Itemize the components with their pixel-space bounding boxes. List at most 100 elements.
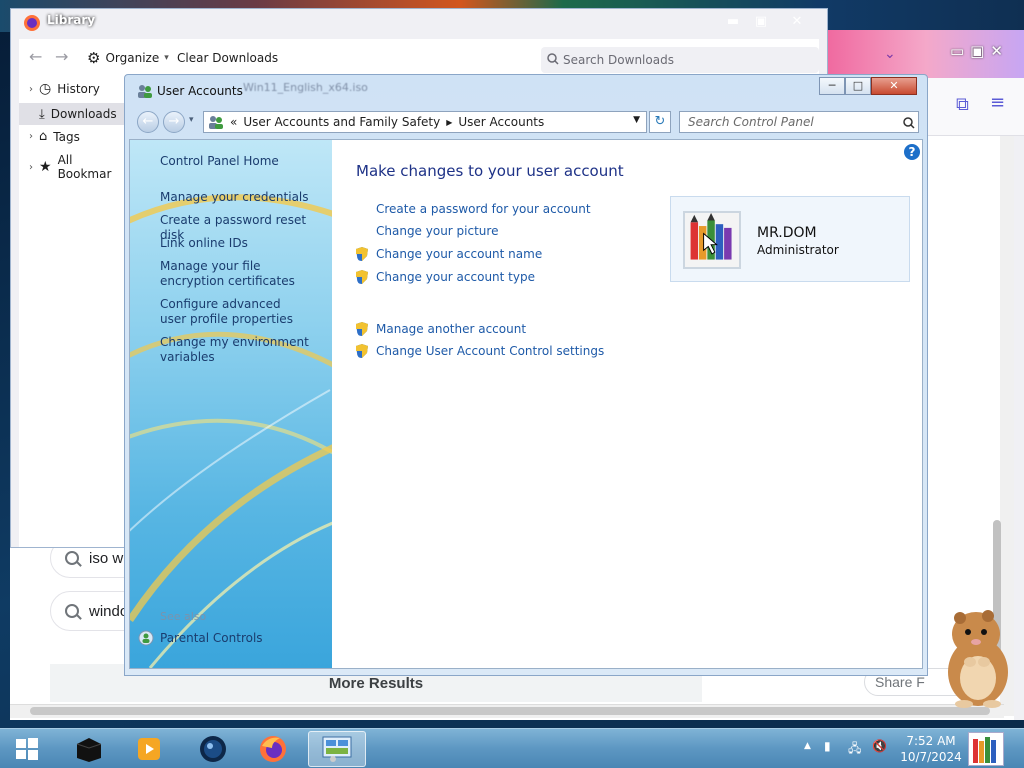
sidebar-item-label: All Bookmar — [57, 153, 112, 181]
search-control-panel-input[interactable]: Search Control Panel — [679, 111, 919, 133]
taskbar-app-media-player[interactable] — [122, 731, 176, 767]
firefox-icon — [260, 736, 286, 762]
breadcrumb-item[interactable]: User Accounts and Family Safety — [243, 115, 440, 129]
manage-another-account-link[interactable]: Manage another account — [354, 321, 526, 337]
extensions-icon[interactable]: ⧉ — [956, 94, 969, 115]
network-icon[interactable]: 🖧 — [848, 739, 861, 760]
clock-time: 7:52 AM — [906, 734, 956, 748]
address-breadcrumb[interactable]: « User Accounts and Family Safety ▶ User… — [203, 111, 647, 133]
refresh-button[interactable]: ↻ — [649, 111, 671, 133]
breadcrumb-overflow[interactable]: « — [230, 115, 237, 129]
control-panel-icon — [322, 736, 352, 762]
taskbar: ▲ ▮ 🖧 🔇 7:52 AM 10/7/2024 — [0, 728, 1024, 768]
show-desktop-thumbnail[interactable] — [968, 732, 1004, 766]
search-icon — [65, 551, 79, 565]
back-arrow-icon[interactable]: ← — [29, 47, 42, 66]
account-name: MR.DOM — [757, 225, 817, 241]
close-button[interactable]: ✕ — [781, 12, 813, 32]
file-encryption-certificates-link[interactable]: Manage your file encryption certificates — [160, 259, 320, 289]
control-panel-home-link[interactable]: Control Panel Home — [160, 154, 330, 169]
download-icon: ⤓ — [39, 106, 45, 122]
sidebar-item-all-bookmarks[interactable]: › ★ All Bookmar — [29, 153, 128, 181]
windows-logo-icon — [16, 738, 38, 760]
link-online-ids-link[interactable]: Link online IDs — [160, 236, 330, 251]
library-titlebar[interactable]: Library ▬ ▣ ✕ — [11, 9, 827, 35]
uac-shield-icon — [356, 270, 368, 284]
system-clock[interactable]: 7:52 AM 10/7/2024 — [894, 733, 968, 765]
task-label: Change your account type — [376, 270, 535, 284]
chevron-down-icon[interactable]: ▼ — [633, 115, 640, 125]
user-accounts-titlebar[interactable]: User Accounts Win11_English_x64.iso ─ □ … — [125, 75, 927, 105]
chevron-right-icon[interactable]: ▶ — [446, 118, 452, 127]
user-accounts-window: User Accounts Win11_English_x64.iso ─ □ … — [124, 74, 928, 676]
see-also-heading: See also — [160, 610, 207, 623]
minimize-button[interactable]: ─ — [819, 77, 845, 95]
horizontal-scrollbar-thumb[interactable] — [30, 707, 990, 715]
user-accounts-icon — [138, 85, 152, 98]
clear-downloads-button[interactable]: Clear Downloads — [177, 51, 278, 65]
breadcrumb-item[interactable]: User Accounts — [458, 115, 544, 129]
link-label: Parental Controls — [160, 631, 263, 645]
library-window-title: Library — [47, 13, 96, 27]
back-button[interactable]: ← — [137, 111, 159, 133]
volume-muted-icon[interactable]: 🔇 — [872, 739, 887, 753]
chevron-right-icon: › — [29, 83, 33, 95]
control-panel-content: Control Panel Home Manage your credentia… — [129, 139, 923, 669]
manage-credentials-link[interactable]: Manage your credentials — [160, 190, 330, 205]
account-picture[interactable] — [683, 211, 741, 269]
desktop-pet-hamster[interactable] — [938, 606, 1018, 708]
search-downloads-input[interactable]: Search Downloads — [541, 47, 819, 73]
suggestion-text: windo — [89, 602, 129, 620]
environment-variables-link[interactable]: Change my environment variables — [160, 335, 310, 365]
uac-shield-icon — [356, 344, 368, 358]
search-icon — [65, 604, 79, 618]
organize-label: Organize — [105, 51, 160, 65]
change-account-name-link[interactable]: Change your account name — [354, 246, 542, 262]
suggestion-text: iso wi — [89, 549, 127, 567]
start-button[interactable] — [0, 731, 54, 767]
gear-icon: ⚙ — [87, 49, 101, 67]
clock-icon: ◷ — [39, 81, 52, 97]
search-icon — [547, 53, 559, 65]
forward-button[interactable]: → — [163, 111, 185, 133]
maximize-button[interactable]: ▣ — [745, 12, 777, 32]
menu-icon[interactable]: ≡ — [990, 92, 1005, 113]
sidebar-item-label: Tags — [53, 129, 80, 144]
taskbar-app-globe[interactable] — [186, 731, 240, 767]
change-account-type-link[interactable]: Change your account type — [354, 269, 535, 285]
help-icon[interactable]: ? — [904, 144, 920, 160]
maximize-button[interactable]: □ — [845, 77, 871, 95]
sidebar-item-history[interactable]: › ◷ History — [29, 81, 100, 97]
sidebar-item-tags[interactable]: › ⌂ Tags — [29, 129, 80, 144]
task-label: Change your account name — [376, 247, 543, 261]
forward-arrow-icon[interactable]: → — [55, 47, 68, 66]
create-password-link[interactable]: Create a password for your account — [354, 202, 591, 216]
clock-date: 10/7/2024 — [900, 750, 962, 764]
taskbar-app-firefox[interactable] — [246, 731, 300, 767]
sidebar-item-downloads[interactable]: ⤓ Downloads — [19, 103, 129, 125]
taskbar-app-control-panel[interactable] — [308, 731, 366, 767]
show-hidden-icons-chevron[interactable]: ▲ — [804, 741, 811, 751]
search-icon[interactable] — [903, 117, 915, 129]
user-picture-icon — [973, 737, 996, 763]
user-accounts-icon — [209, 116, 223, 129]
uac-settings-link[interactable]: Change User Account Control settings — [354, 343, 604, 359]
organize-menu[interactable]: ⚙ Organize ▾ — [87, 49, 169, 67]
recent-pages-dropdown[interactable]: ▾ — [189, 115, 194, 125]
parental-controls-link[interactable]: Parental Controls — [138, 630, 263, 646]
uac-shield-icon — [356, 247, 368, 261]
window-title: User Accounts — [157, 84, 243, 98]
change-picture-link[interactable]: Change your picture — [354, 224, 498, 238]
taskbar-app-terminal[interactable] — [62, 731, 116, 767]
task-label: Manage another account — [376, 322, 527, 336]
close-button[interactable]: ✕ — [871, 77, 917, 95]
advanced-profile-properties-link[interactable]: Configure advanced user profile properti… — [160, 297, 310, 327]
sidebar-item-label: Downloads — [50, 107, 117, 121]
window-controls[interactable]: ▭▣✕ — [950, 42, 1016, 64]
chevron-down-icon[interactable]: ⌄ — [884, 46, 896, 62]
tray-device-icon[interactable]: ▮ — [824, 739, 831, 753]
sidebar-item-label: History — [57, 82, 100, 96]
media-player-icon — [138, 738, 160, 760]
page-title: Make changes to your user account — [356, 162, 624, 180]
browser-tabstrip-theme: ⌄ ▭▣✕ — [828, 30, 1024, 78]
